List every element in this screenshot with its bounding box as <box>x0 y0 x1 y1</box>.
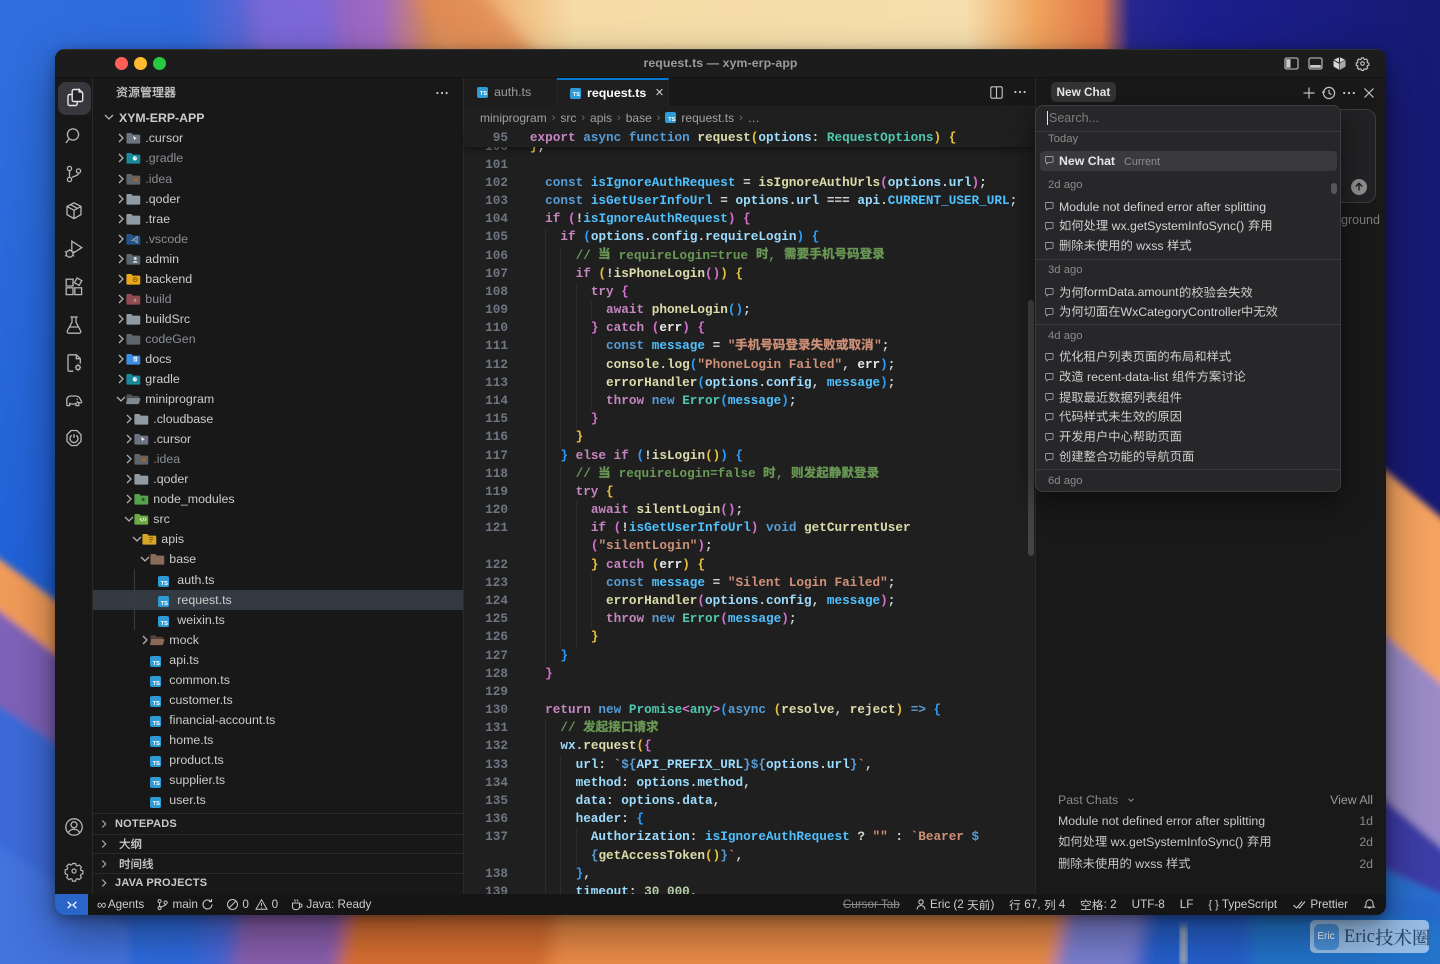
svg-text:IJ: IJ <box>134 177 137 181</box>
svg-text:IJ: IJ <box>142 458 145 462</box>
